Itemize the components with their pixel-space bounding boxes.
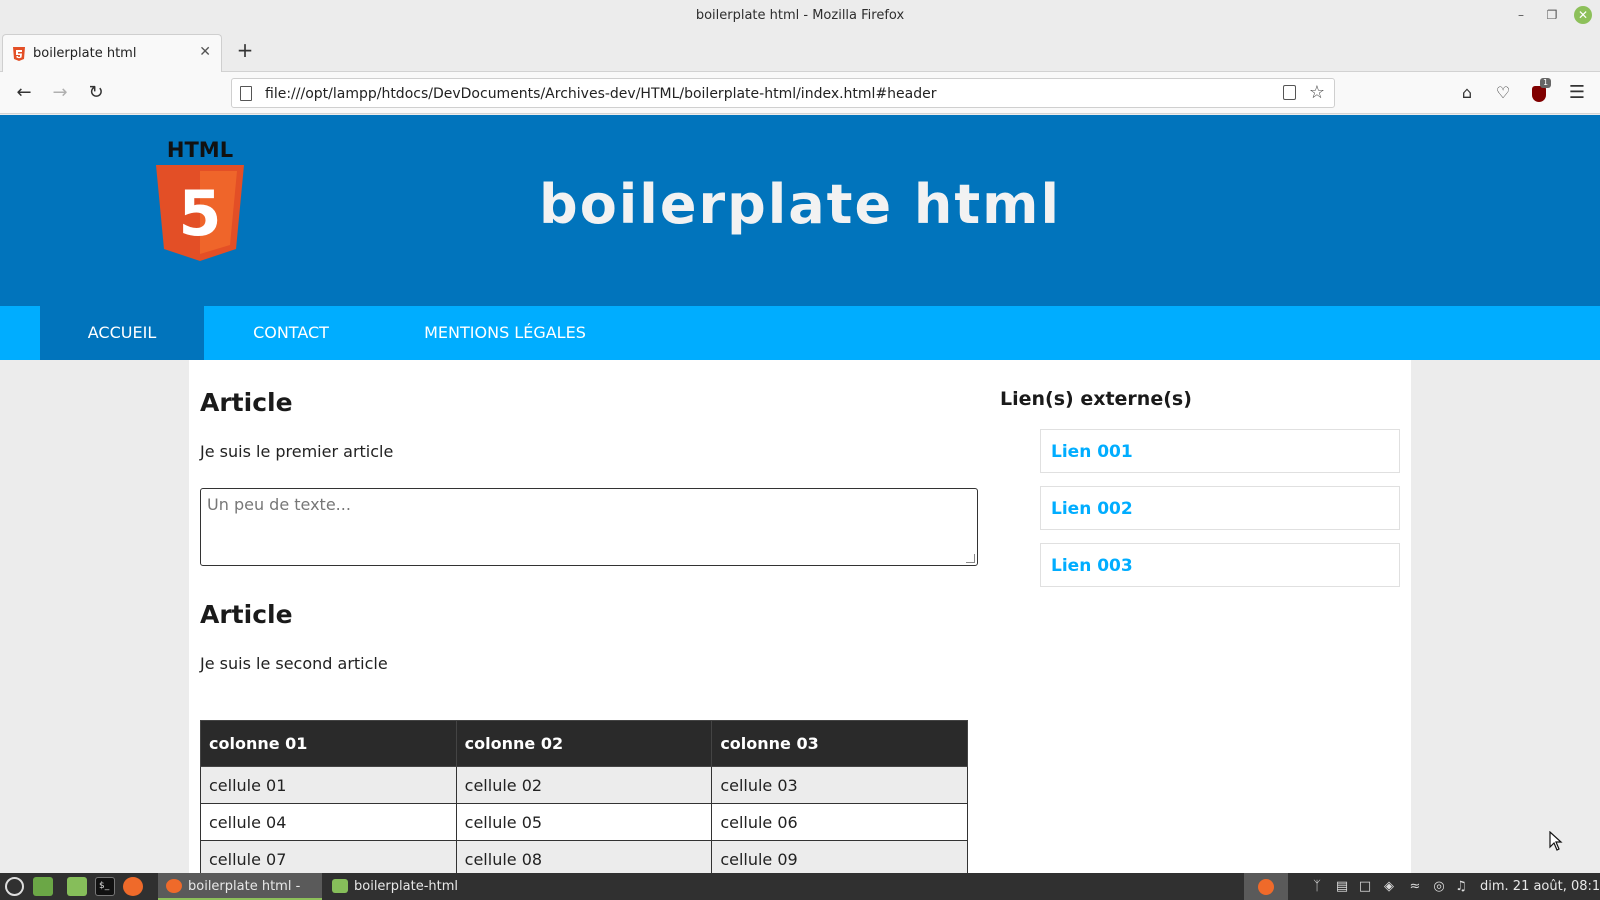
article-1-text: Je suis le premier article bbox=[200, 442, 394, 461]
content-container: Article Je suis le premier article Un pe… bbox=[189, 360, 1411, 873]
minimize-icon[interactable]: – bbox=[1512, 6, 1530, 24]
new-tab-button[interactable]: + bbox=[236, 38, 254, 62]
data-table: colonne 01 colonne 02 colonne 03 cellule… bbox=[200, 720, 968, 873]
tray-firefox[interactable] bbox=[1244, 873, 1288, 900]
nav-mentions-legales[interactable]: MENTIONS LÉGALES bbox=[378, 306, 632, 360]
link-label[interactable]: Lien 001 bbox=[1051, 442, 1133, 462]
site-title: boilerplate html bbox=[539, 173, 1061, 236]
text-area[interactable]: Un peu de texte... bbox=[200, 488, 978, 566]
tab-close-icon[interactable]: ✕ bbox=[199, 44, 211, 60]
table-cell: cellule 07 bbox=[200, 840, 457, 873]
external-link-001[interactable]: Lien 001 bbox=[1040, 429, 1400, 473]
bookmark-star-icon[interactable]: ☆ bbox=[1309, 82, 1325, 103]
wifi-icon[interactable]: ≈ bbox=[1408, 880, 1422, 894]
external-link-003[interactable]: Lien 003 bbox=[1040, 543, 1400, 587]
taskbar: $_ boilerplate html - M... boilerplate-h… bbox=[0, 873, 1600, 900]
table-row: cellule 04 cellule 05 cellule 06 bbox=[200, 803, 968, 841]
table-cell: cellule 08 bbox=[455, 840, 713, 873]
reader-view-icon[interactable] bbox=[1283, 85, 1296, 100]
table-cell: cellule 04 bbox=[200, 803, 457, 841]
volume-icon[interactable]: ♫ bbox=[1454, 880, 1468, 894]
forward-arrow-icon[interactable]: → bbox=[48, 81, 72, 105]
site-nav: ACCUEIL CONTACT MENTIONS LÉGALES bbox=[0, 306, 1600, 360]
start-menu-icon[interactable] bbox=[5, 877, 24, 896]
resize-grip-icon[interactable] bbox=[966, 554, 975, 563]
taskbar-window-label: boilerplate-html bbox=[354, 879, 458, 894]
table-cell: cellule 06 bbox=[711, 803, 968, 841]
table-header: colonne 02 bbox=[455, 720, 713, 767]
url-text[interactable]: file:///opt/lampp/htdocs/DevDocuments/Ar… bbox=[265, 86, 937, 102]
page-info-icon[interactable] bbox=[240, 86, 252, 101]
nav-contact[interactable]: CONTACT bbox=[204, 306, 378, 360]
tab-strip: boilerplate html ✕ + bbox=[0, 31, 1600, 72]
clock[interactable]: dim. 21 août, 08:10 bbox=[1480, 873, 1600, 900]
reload-icon[interactable]: ↻ bbox=[84, 81, 108, 105]
table-header-row: colonne 01 colonne 02 colonne 03 bbox=[200, 720, 968, 767]
window-titlebar: boilerplate html - Mozilla Firefox – ❐ ✕ bbox=[0, 0, 1600, 31]
hamburger-menu-icon[interactable]: ☰ bbox=[1566, 82, 1588, 104]
table-cell: cellule 02 bbox=[455, 766, 713, 804]
textarea-placeholder: Un peu de texte... bbox=[207, 495, 351, 514]
link-label[interactable]: Lien 003 bbox=[1051, 556, 1133, 576]
table-cell: cellule 05 bbox=[455, 803, 713, 841]
terminal-launcher-icon[interactable]: $_ bbox=[95, 877, 115, 896]
article-2-title: Article bbox=[200, 600, 293, 629]
ublock-badge: 1 bbox=[1540, 78, 1552, 88]
url-bar[interactable]: file:///opt/lampp/htdocs/DevDocuments/Ar… bbox=[231, 78, 1335, 108]
nav-accueil[interactable]: ACCUEIL bbox=[40, 306, 204, 360]
tab-label: boilerplate html bbox=[33, 46, 137, 61]
bluetooth-icon[interactable]: ᛉ bbox=[1310, 880, 1324, 894]
logo-text: HTML bbox=[167, 138, 233, 162]
redshift-icon[interactable]: ◎ bbox=[1432, 880, 1446, 894]
back-arrow-icon[interactable]: ← bbox=[12, 81, 36, 105]
table-cell: cellule 03 bbox=[711, 766, 968, 804]
update-icon[interactable]: □ bbox=[1358, 880, 1372, 894]
navigation-toolbar: ← → ↻ file:///opt/lampp/htdocs/DevDocume… bbox=[0, 72, 1600, 114]
external-link-002[interactable]: Lien 002 bbox=[1040, 486, 1400, 530]
firefox-launcher-icon[interactable] bbox=[123, 877, 143, 896]
show-desktop-icon[interactable] bbox=[33, 877, 53, 896]
window-title: boilerplate html - Mozilla Firefox bbox=[695, 8, 905, 23]
taskbar-window-folder[interactable]: boilerplate-html bbox=[324, 873, 494, 900]
article-2-text: Je suis le second article bbox=[200, 654, 388, 673]
maximize-icon[interactable]: ❐ bbox=[1543, 6, 1561, 24]
taskbar-window-firefox[interactable]: boilerplate html - M... bbox=[158, 873, 322, 900]
link-label[interactable]: Lien 002 bbox=[1051, 499, 1133, 519]
table-header: colonne 01 bbox=[200, 720, 457, 767]
table-cell: cellule 09 bbox=[711, 840, 968, 873]
close-window-icon[interactable]: ✕ bbox=[1574, 6, 1592, 24]
firefox-tray-icon bbox=[1258, 879, 1274, 895]
page-viewport: HTML 5 boilerplate html ACCUEIL CONTACT … bbox=[0, 115, 1600, 873]
home-icon[interactable]: ⌂ bbox=[1456, 82, 1478, 104]
table-header: colonne 03 bbox=[711, 720, 968, 767]
table-cell: cellule 01 bbox=[200, 766, 457, 804]
taskbar-window-label: boilerplate html - M... bbox=[188, 879, 301, 894]
folder-icon bbox=[332, 879, 348, 893]
mouse-cursor-icon bbox=[1549, 831, 1563, 851]
site-header: HTML 5 boilerplate html bbox=[0, 115, 1600, 306]
table-row: cellule 07 cellule 08 cellule 09 bbox=[200, 840, 968, 873]
table-row: cellule 01 cellule 02 cellule 03 bbox=[200, 766, 968, 804]
firefox-icon bbox=[166, 879, 182, 893]
html5-favicon-icon bbox=[13, 47, 25, 61]
clipboard-icon[interactable]: ▤ bbox=[1335, 880, 1349, 894]
ublock-shield-icon[interactable]: 1 bbox=[1528, 78, 1552, 104]
pocket-icon[interactable]: ♡ bbox=[1492, 82, 1514, 104]
tab-boilerplate-html[interactable]: boilerplate html ✕ bbox=[2, 34, 222, 72]
shield-tray-icon[interactable]: ◈ bbox=[1382, 880, 1396, 894]
aside-title: Lien(s) externe(s) bbox=[1000, 388, 1192, 410]
files-launcher-icon[interactable] bbox=[67, 877, 87, 896]
article-1-title: Article bbox=[200, 388, 293, 417]
